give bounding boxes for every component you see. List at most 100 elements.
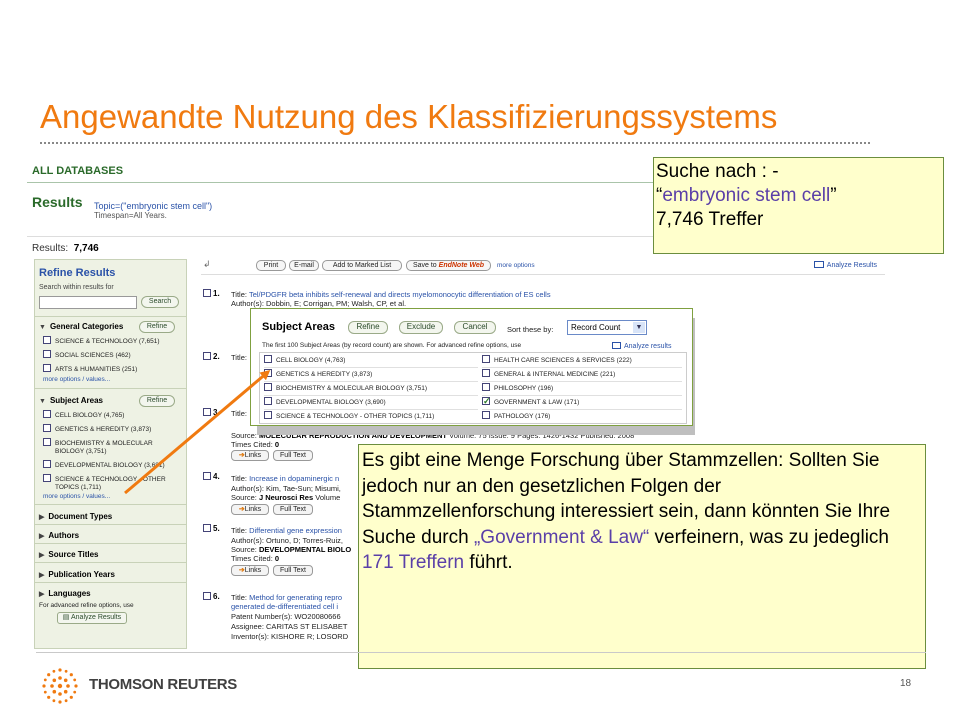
general-item[interactable]: SCIENCE & TECHNOLOGY (7,651) — [43, 336, 160, 346]
record-title-link[interactable]: Method for generating repro — [249, 593, 342, 602]
subject-item[interactable]: SCIENCE & TECHNOLOGY - OTHER TOPICS (1,7… — [43, 474, 183, 492]
subject-option[interactable]: PHILOSOPHY (196) — [482, 382, 682, 396]
checkbox[interactable] — [43, 474, 51, 482]
checkbox[interactable] — [43, 410, 51, 418]
chevron-down-icon: ▼ — [633, 322, 645, 333]
record-assignee: Assignee: CARITAS ST ELISABET — [231, 622, 348, 631]
links-button[interactable]: ➔Links — [231, 565, 269, 576]
subject-option-government-law[interactable]: GOVERNMENT & LAW (171) — [482, 394, 682, 410]
subject-areas-section[interactable]: ▼ Subject Areas — [39, 396, 103, 405]
email-button[interactable]: E-mail — [289, 260, 319, 271]
times-cited-label: Times Cited: — [231, 440, 273, 449]
checkbox[interactable] — [43, 424, 51, 432]
authors-section[interactable]: ▶ Authors — [39, 531, 79, 540]
analyze-results-link[interactable]: Analyze Results — [813, 261, 877, 269]
links-label: Links — [244, 567, 262, 574]
subject-item[interactable]: CELL BIOLOGY (4,765) — [43, 410, 124, 420]
record-checkbox[interactable] — [203, 592, 211, 600]
record-title-link[interactable]: Increase in dopaminergic n — [249, 474, 339, 483]
results-count: Results: 7,746 — [32, 243, 99, 254]
search-term: embryonic stem cell — [662, 185, 831, 206]
checkbox[interactable] — [482, 411, 490, 419]
record-source: Source: DEVELOPMENTAL BIOLO — [231, 545, 351, 554]
subject-option[interactable]: HEALTH CARE SCIENCES & SERVICES (222) — [482, 354, 682, 368]
callout-line1: Suche nach : - — [656, 161, 779, 182]
print-button[interactable]: Print — [256, 260, 286, 271]
subject-option[interactable]: SCIENCE & TECHNOLOGY - OTHER TOPICS (1,7… — [264, 410, 478, 424]
checkbox[interactable] — [482, 369, 490, 377]
checkbox[interactable] — [43, 460, 51, 468]
subject-option[interactable]: GENERAL & INTERNAL MEDICINE (221) — [482, 368, 682, 382]
all-databases-label[interactable]: ALL DATABASES — [32, 165, 123, 177]
sort-select[interactable]: Record Count ▼ — [567, 320, 647, 335]
timespan-text: Timespan=All Years. — [94, 211, 167, 220]
results-heading: Results — [32, 194, 83, 210]
links-button[interactable]: ➔Links — [231, 504, 269, 515]
checkbox[interactable] — [43, 350, 51, 358]
full-text-button[interactable]: Full Text — [273, 565, 313, 576]
checkbox[interactable] — [482, 383, 490, 391]
add-to-marked-list-button[interactable]: Add to Marked List — [322, 260, 402, 271]
triangle-down-icon: ▼ — [39, 398, 46, 405]
analyze-results-button[interactable]: ▤ Analyze Results — [57, 612, 127, 624]
general-categories-section[interactable]: ▼ General Categories — [39, 322, 123, 331]
source-titles-section[interactable]: ▶ Source Titles — [39, 550, 98, 559]
subject-item[interactable]: DEVELOPMENTAL BIOLOGY (3,681) — [43, 460, 165, 470]
checkbox[interactable] — [43, 438, 51, 446]
record-checkbox[interactable] — [203, 408, 211, 416]
checkbox[interactable] — [264, 397, 272, 405]
subject-option[interactable]: CELL BIOLOGY (4,763) — [264, 354, 478, 368]
subject-more-options-link[interactable]: more options / values... — [43, 493, 110, 500]
checkbox[interactable] — [43, 336, 51, 344]
record-checkbox[interactable] — [203, 352, 211, 360]
full-text-button[interactable]: Full Text — [273, 504, 313, 515]
subject-item-label: GENETICS & HEREDITY (3,873) — [55, 426, 152, 433]
record-checkbox[interactable] — [203, 524, 211, 532]
refine-general-button[interactable]: Refine — [139, 321, 175, 333]
checkbox[interactable] — [264, 411, 272, 419]
subject-item[interactable]: BIOCHEMISTRY & MOLECULAR BIOLOGY (3,751) — [43, 438, 177, 456]
document-types-section[interactable]: ▶ Document Types — [39, 512, 112, 521]
languages-section[interactable]: ▶ Languages — [39, 589, 91, 598]
save-to-endnote-button[interactable]: Save to EndNote Web — [406, 260, 491, 271]
record-title-link[interactable]: Differential gene expression — [249, 526, 342, 535]
popup-cancel-button[interactable]: Cancel — [454, 321, 496, 334]
record-checkbox[interactable] — [203, 472, 211, 480]
record-title-link[interactable]: Tel/PDGFR beta inhibits self-renewal and… — [249, 290, 551, 299]
links-button[interactable]: ➔Links — [231, 450, 269, 461]
search-button[interactable]: Search — [141, 296, 179, 308]
subject-option[interactable]: PATHOLOGY (176) — [482, 410, 682, 424]
checkbox[interactable] — [264, 369, 272, 377]
subject-option[interactable]: GENETICS & HEREDITY (3,873) — [264, 368, 478, 382]
more-options-link[interactable]: more options — [497, 262, 535, 269]
record-checkbox[interactable] — [203, 289, 211, 297]
logo-text: THOMSON REUTERS — [89, 676, 238, 693]
subject-option-label: SCIENCE & TECHNOLOGY - OTHER TOPICS (1,7… — [276, 413, 435, 420]
general-item[interactable]: ARTS & HUMANITIES (251) — [43, 364, 137, 374]
popup-refine-button[interactable]: Refine — [348, 321, 388, 334]
subject-item[interactable]: GENETICS & HEREDITY (3,873) — [43, 424, 151, 434]
analyze-icon: ▤ — [62, 614, 71, 621]
publication-years-section[interactable]: ▶ Publication Years — [39, 570, 115, 579]
record-title: Title: Increase in dopaminergic n — [231, 474, 339, 483]
refine-subject-button[interactable]: Refine — [139, 395, 175, 407]
subject-option[interactable]: BIOCHEMISTRY & MOLECULAR BIOLOGY (3,751) — [264, 382, 478, 396]
source-name: DEVELOPMENTAL BIOLO — [258, 545, 352, 554]
highlight-government-law: „Government & Law“ — [473, 526, 650, 548]
sort-label: Sort these by: — [507, 325, 554, 334]
subject-option[interactable]: DEVELOPMENTAL BIOLOGY (3,690) — [264, 396, 478, 410]
checkbox[interactable] — [43, 364, 51, 372]
checkbox[interactable] — [264, 383, 272, 391]
popup-exclude-button[interactable]: Exclude — [399, 321, 443, 334]
popup-analyze-link[interactable]: Analyze results — [612, 342, 671, 350]
record-title-link-continued[interactable]: generated de-differentiated cell i — [231, 602, 338, 611]
checkbox-checked[interactable] — [482, 394, 491, 408]
checkbox[interactable] — [482, 355, 490, 363]
subject-item-label: DEVELOPMENTAL BIOLOGY (3,681) — [55, 462, 165, 469]
full-text-button[interactable]: Full Text — [273, 450, 313, 461]
refine-panel: Refine Results Search within results for… — [34, 259, 187, 649]
general-item[interactable]: SOCIAL SCIENCES (462) — [43, 350, 131, 360]
checkbox[interactable] — [264, 355, 272, 363]
general-more-options-link[interactable]: more options / values... — [43, 376, 110, 383]
search-within-input[interactable] — [39, 296, 137, 309]
